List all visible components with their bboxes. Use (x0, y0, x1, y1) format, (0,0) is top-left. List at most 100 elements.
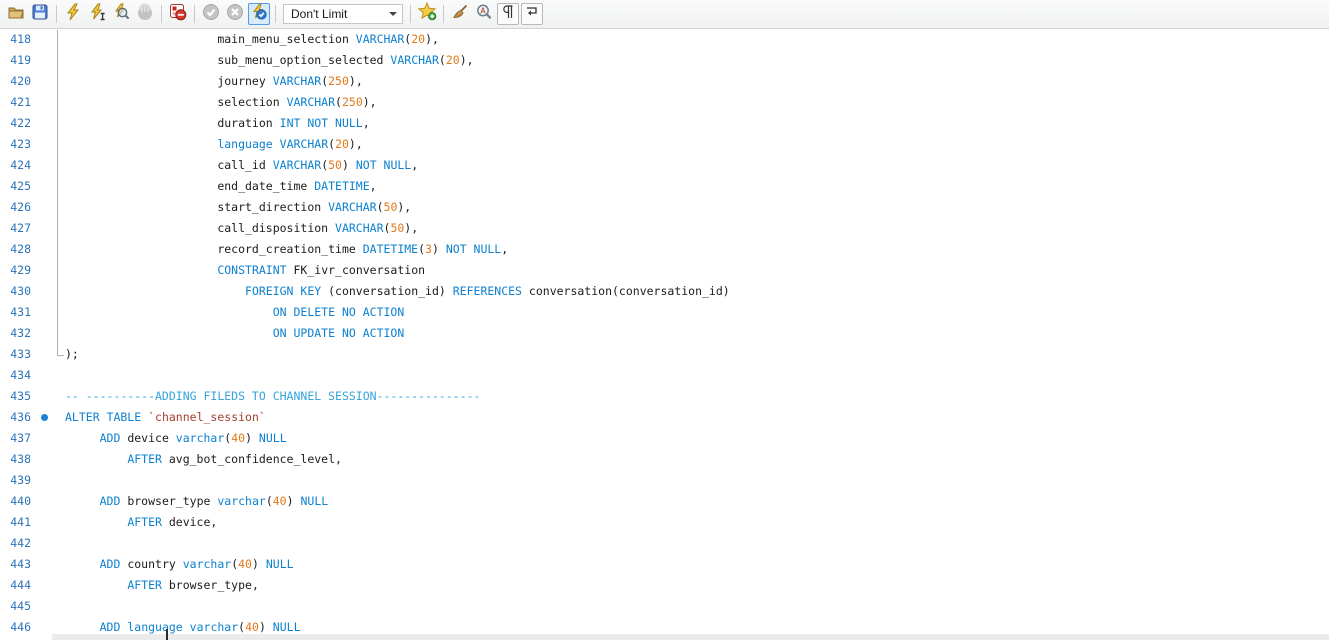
line-number: 428 (0, 239, 34, 260)
toggle-autocommit-button[interactable] (248, 3, 270, 25)
marker-margin (34, 92, 65, 113)
line-number: 427 (0, 218, 34, 239)
line-number: 434 (0, 365, 34, 386)
open-file-button[interactable] (5, 3, 27, 25)
code-line[interactable]: 444 AFTER browser_type, (0, 575, 1329, 596)
commit-button[interactable] (200, 3, 222, 25)
code-line[interactable]: 438 AFTER avg_bot_confidence_level, (0, 449, 1329, 470)
marker-margin (34, 407, 65, 428)
code-line[interactable]: 424 call_id VARCHAR(50) NOT NULL, (0, 155, 1329, 176)
find-button[interactable]: A (473, 3, 495, 25)
marker-margin (34, 533, 65, 554)
explain-plan-button[interactable] (110, 3, 132, 25)
marker-margin (34, 50, 65, 71)
row-limit-value: Don't Limit (291, 7, 347, 21)
code-text: AFTER device, (65, 512, 1329, 533)
code-lines: 418 main_menu_selection VARCHAR(20),419 … (0, 29, 1329, 638)
code-line[interactable]: 430 FOREIGN KEY (conversation_id) REFERE… (0, 281, 1329, 302)
toggle-stop-on-error-icon (169, 3, 187, 26)
code-line[interactable]: 445 (0, 596, 1329, 617)
code-line[interactable]: 419 sub_menu_option_selected VARCHAR(20)… (0, 50, 1329, 71)
line-number: 423 (0, 134, 34, 155)
marker-margin (34, 176, 65, 197)
code-text: call_disposition VARCHAR(50), (65, 218, 1329, 239)
line-number: 429 (0, 260, 34, 281)
line-number: 444 (0, 575, 34, 596)
code-line[interactable]: 434 (0, 365, 1329, 386)
chevron-down-icon (389, 12, 397, 16)
code-line[interactable]: 429 CONSTRAINT FK_ivr_conversation (0, 260, 1329, 281)
toolbar-separator (410, 5, 411, 23)
marker-margin (34, 134, 65, 155)
marker-margin (34, 512, 65, 533)
line-number: 433 (0, 344, 34, 365)
code-line[interactable]: 433); (0, 344, 1329, 365)
code-line[interactable]: 441 AFTER device, (0, 512, 1329, 533)
code-line[interactable]: 427 call_disposition VARCHAR(50), (0, 218, 1329, 239)
marker-margin (34, 491, 65, 512)
code-line[interactable]: 421 selection VARCHAR(250), (0, 92, 1329, 113)
line-number: 432 (0, 323, 34, 344)
code-line[interactable]: 436ALTER TABLE `channel_session` (0, 407, 1329, 428)
code-line[interactable]: 443 ADD country varchar(40) NULL (0, 554, 1329, 575)
code-line[interactable]: 422 duration INT NOT NULL, (0, 113, 1329, 134)
show-invisibles-button[interactable] (497, 3, 519, 25)
code-line[interactable]: 431 ON DELETE NO ACTION (0, 302, 1329, 323)
code-text: ALTER TABLE `channel_session` (65, 407, 1329, 428)
beautify-button[interactable] (449, 3, 471, 25)
code-line[interactable]: 440 ADD browser_type varchar(40) NULL (0, 491, 1329, 512)
code-text: FOREIGN KEY (conversation_id) REFERENCES… (65, 281, 1329, 302)
commit-check-icon (202, 3, 220, 26)
marker-margin (34, 470, 65, 491)
execute-current-statement-button[interactable] (86, 3, 108, 25)
code-line[interactable]: 432 ON UPDATE NO ACTION (0, 323, 1329, 344)
line-number: 425 (0, 176, 34, 197)
marker-margin (34, 365, 65, 386)
rollback-button[interactable] (224, 3, 246, 25)
marker-margin (34, 281, 65, 302)
marker-margin (34, 428, 65, 449)
sql-code-editor[interactable]: 418 main_menu_selection VARCHAR(20),419 … (0, 29, 1329, 640)
code-line[interactable]: 439 (0, 470, 1329, 491)
svg-text:A: A (480, 6, 486, 15)
execute-script-button[interactable] (62, 3, 84, 25)
marker-margin (34, 386, 65, 407)
line-number: 442 (0, 533, 34, 554)
code-line[interactable]: 435-- ----------ADDING FILEDS TO CHANNEL… (0, 386, 1329, 407)
code-text: record_creation_time DATETIME(3) NOT NUL… (65, 239, 1329, 260)
toolbar-separator (56, 5, 57, 23)
toggle-wrap-button[interactable] (521, 3, 543, 25)
save-button[interactable] (29, 3, 51, 25)
code-line[interactable]: 423 language VARCHAR(20), (0, 134, 1329, 155)
stop-query-button[interactable] (134, 3, 156, 25)
execute-current-statement-icon (88, 3, 106, 26)
code-line[interactable]: 442 (0, 533, 1329, 554)
marker-margin (34, 323, 65, 344)
marker-margin (34, 197, 65, 218)
statement-marker-dot (41, 414, 48, 421)
wrap-return-arrow-icon (524, 4, 540, 25)
toggle-stop-on-error-button[interactable] (167, 3, 189, 25)
code-line[interactable]: 420 journey VARCHAR(250), (0, 71, 1329, 92)
marker-margin (34, 155, 65, 176)
code-line[interactable]: 437 ADD device varchar(40) NULL (0, 428, 1329, 449)
code-text: ); (65, 344, 1329, 365)
code-line[interactable]: 418 main_menu_selection VARCHAR(20), (0, 29, 1329, 50)
line-number: 431 (0, 302, 34, 323)
code-line[interactable]: 428 record_creation_time DATETIME(3) NOT… (0, 239, 1329, 260)
marker-margin (34, 239, 65, 260)
save-snippet-button[interactable] (416, 3, 438, 25)
line-number: 437 (0, 428, 34, 449)
line-number: 441 (0, 512, 34, 533)
line-number: 440 (0, 491, 34, 512)
row-limit-dropdown[interactable]: Don't Limit (283, 4, 403, 24)
line-number: 424 (0, 155, 34, 176)
code-text (65, 470, 1329, 491)
line-number: 426 (0, 197, 34, 218)
code-text: ON DELETE NO ACTION (65, 302, 1329, 323)
toolbar-separator (443, 5, 444, 23)
line-number: 418 (0, 29, 34, 50)
code-line[interactable]: 426 start_direction VARCHAR(50), (0, 197, 1329, 218)
code-line[interactable]: 425 end_date_time DATETIME, (0, 176, 1329, 197)
marker-margin (34, 302, 65, 323)
